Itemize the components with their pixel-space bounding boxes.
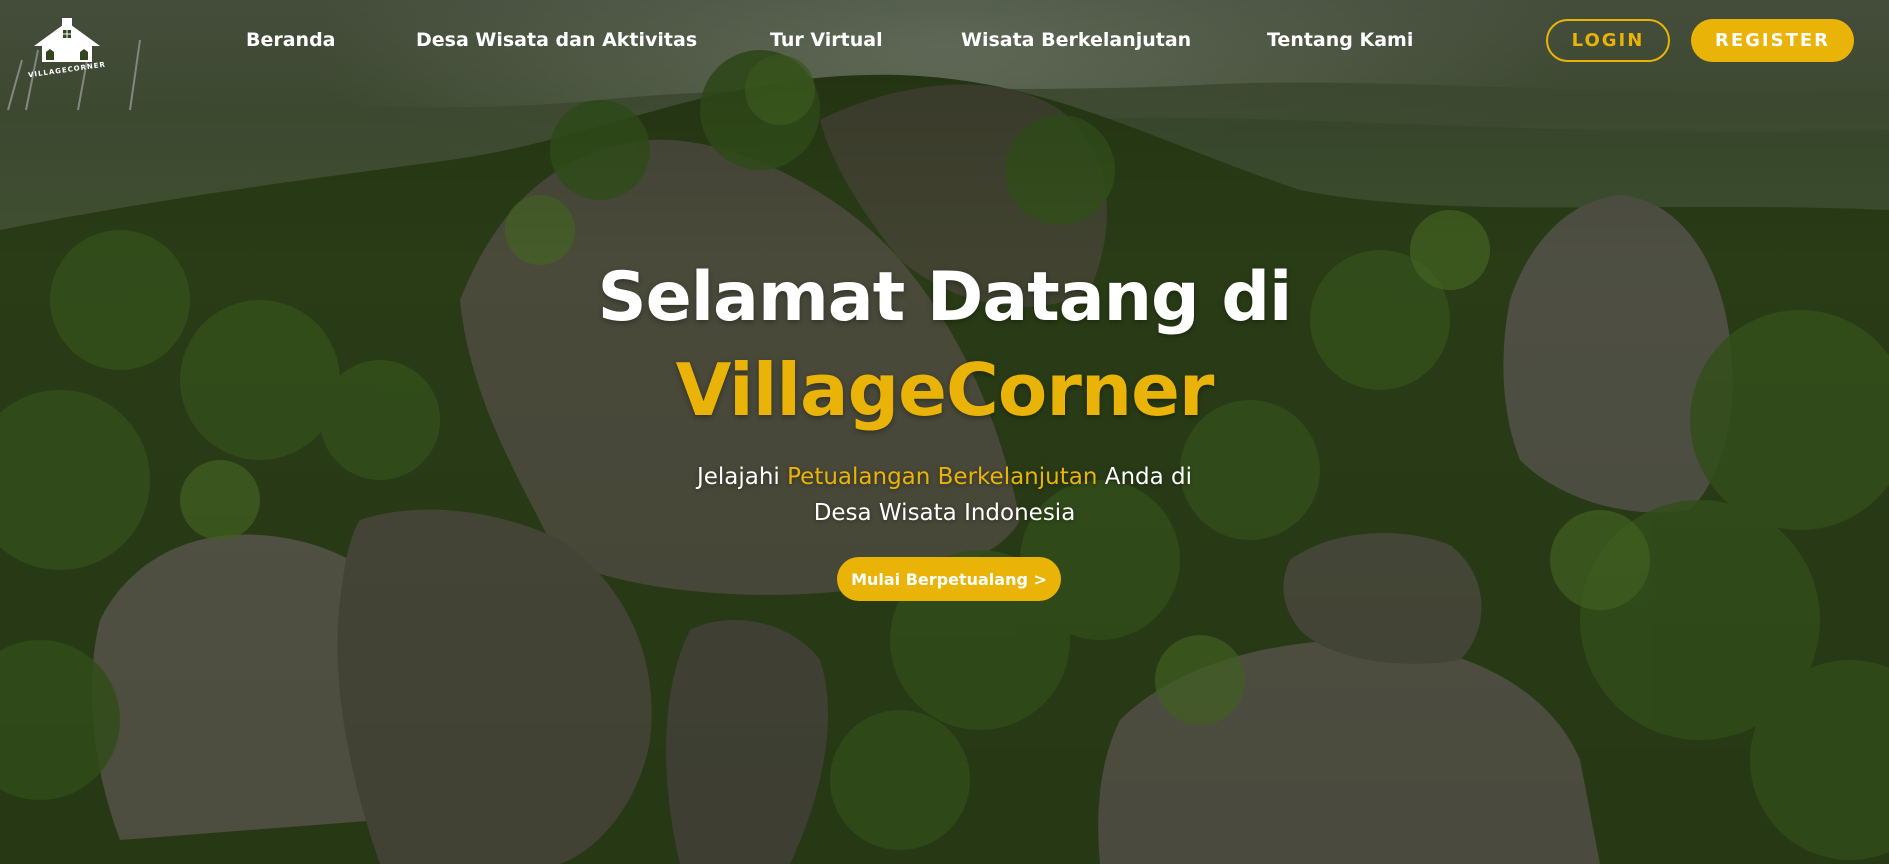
hero-title-brand: VillageCorner [675, 348, 1215, 432]
nav-link-tentang-kami[interactable]: Tentang Kami [1267, 29, 1413, 51]
nav-link-tur-virtual[interactable]: Tur Virtual [770, 29, 883, 51]
login-button[interactable]: LOGIN [1546, 19, 1670, 62]
hero-subtitle-line2: Desa Wisata Indonesia [813, 500, 1076, 526]
nav-link-beranda[interactable]: Beranda [246, 29, 336, 51]
hero-subtitle-line1: Jelajahi Petualangan Berkelanjutan Anda … [0, 464, 1889, 490]
subtitle-prefix: Jelajahi [696, 464, 780, 490]
register-button[interactable]: REGISTER [1691, 19, 1854, 62]
hero-overlay [0, 0, 1889, 864]
top-navbar: VILLAGECORNER Beranda Desa Wisata dan Ak… [0, 0, 1889, 84]
hero-title-line1: Selamat Datang di [597, 258, 1293, 337]
start-adventure-button[interactable]: Mulai Berpetualang > [837, 557, 1061, 601]
nav-link-desa-wisata[interactable]: Desa Wisata dan Aktivitas [416, 29, 697, 51]
subtitle-highlight: Petualangan Berkelanjutan [787, 464, 1098, 490]
nav-link-wisata-berkelanjutan[interactable]: Wisata Berkelanjutan [961, 29, 1191, 51]
subtitle-suffix: Anda di [1104, 464, 1193, 490]
site-logo[interactable]: VILLAGECORNER [22, 16, 112, 82]
